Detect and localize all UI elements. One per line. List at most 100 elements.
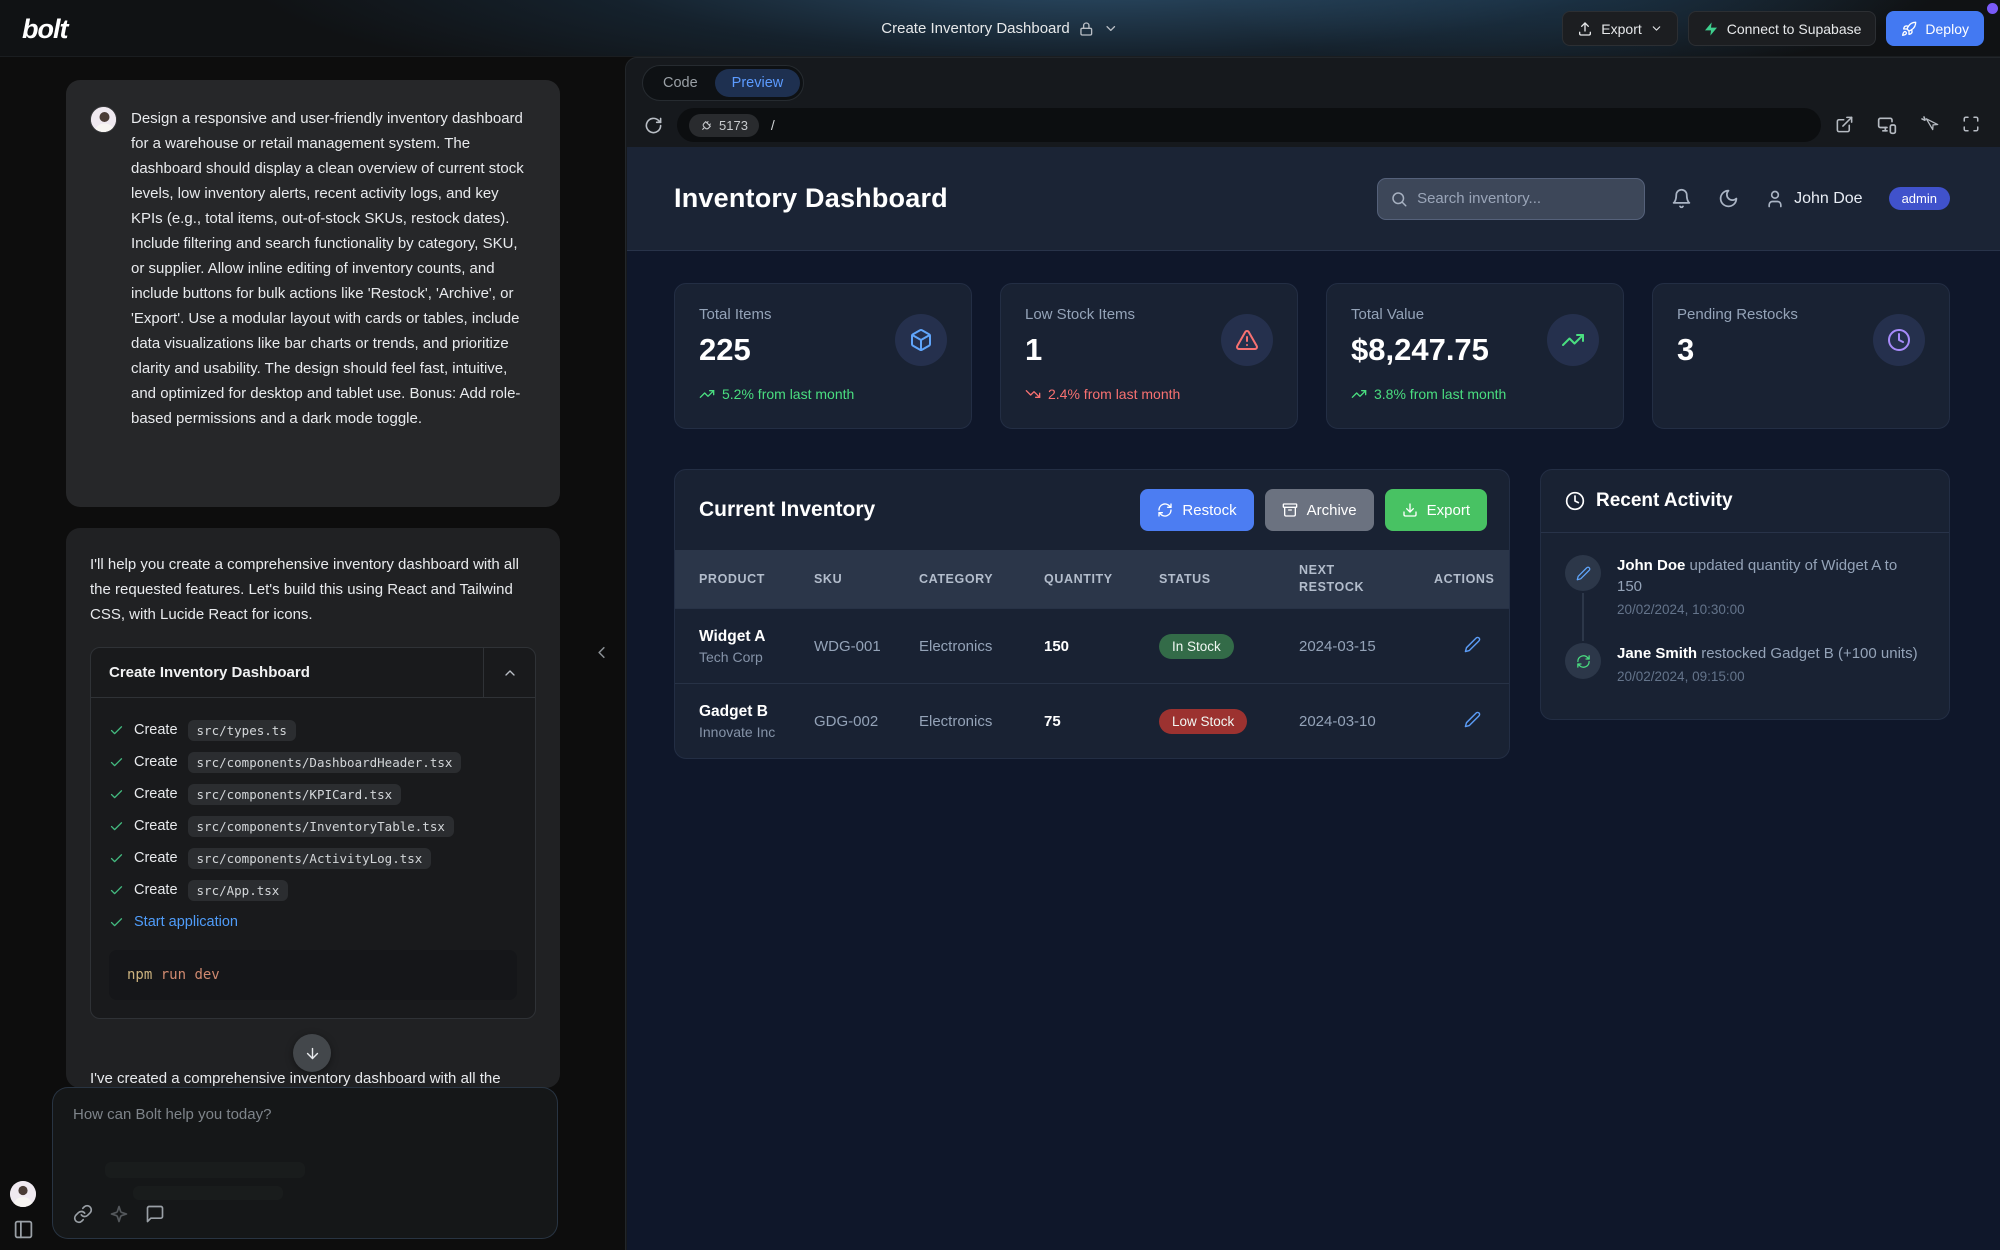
category-cell: Electronics	[919, 713, 1044, 730]
collapse-chat-chevron[interactable]	[592, 643, 611, 662]
status-badge: Low Stock	[1159, 709, 1247, 734]
connect-supabase-button[interactable]: Connect to Supabase	[1688, 11, 1877, 46]
table-header-row: PRODUCT SKU CATEGORY QUANTITY STATUS NEX…	[675, 550, 1509, 608]
inspector-pointer-icon[interactable]	[1920, 115, 1939, 135]
file-path[interactable]: src/components/ActivityLog.tsx	[188, 848, 432, 869]
export-button[interactable]: Export	[1562, 11, 1677, 46]
profile-avatar[interactable]	[10, 1181, 36, 1207]
reload-icon[interactable]	[644, 116, 663, 135]
dark-mode-toggle-icon[interactable]	[1718, 188, 1739, 209]
top-bar-actions: Export Connect to Supabase Deploy	[1562, 11, 1984, 46]
edit-row-button[interactable]	[1434, 711, 1489, 732]
port-badge[interactable]: 5173	[689, 114, 759, 137]
deploy-button[interactable]: Deploy	[1886, 11, 1984, 46]
file-action-row: Create src/components/InventoryTable.tsx	[109, 810, 517, 842]
file-path[interactable]: src/components/DashboardHeader.tsx	[188, 752, 462, 773]
column-header: NEXT RESTOCK	[1299, 562, 1389, 596]
export-csv-label: Export	[1427, 502, 1470, 519]
export-csv-button[interactable]: Export	[1385, 489, 1487, 531]
user-icon	[1765, 189, 1785, 209]
scroll-to-bottom-button[interactable]	[293, 1034, 331, 1072]
kpi-label: Total Items	[699, 306, 854, 323]
dashboard-header: Inventory Dashboard John Doe admin	[627, 147, 2000, 251]
url-path: /	[771, 117, 775, 133]
file-action-row: Create src/components/ActivityLog.tsx	[109, 842, 517, 874]
file-action-row: Create src/components/DashboardHeader.ts…	[109, 746, 517, 778]
action-verb: Create	[134, 882, 178, 898]
role-badge: admin	[1889, 187, 1950, 210]
sparkles-icon[interactable]	[109, 1204, 129, 1224]
edit-icon	[1565, 555, 1601, 591]
link-icon[interactable]	[73, 1204, 93, 1224]
action-verb: Create	[134, 754, 178, 770]
url-input[interactable]: 5173 /	[677, 108, 1821, 142]
file-path[interactable]: src/components/InventoryTable.tsx	[188, 816, 454, 837]
file-action-row: Create src/components/KPICard.tsx	[109, 778, 517, 810]
kpi-label: Total Value	[1351, 306, 1506, 323]
recent-activity-panel: Recent Activity John Doe updated quantit…	[1540, 469, 1950, 720]
deploy-label: Deploy	[1925, 21, 1969, 37]
trending-up-icon	[699, 386, 715, 402]
chat-input-toolbar	[73, 1204, 165, 1224]
responsive-devices-icon[interactable]	[1877, 115, 1897, 135]
chat-bubble-icon[interactable]	[145, 1204, 165, 1224]
workbench-panel: Code Preview 5173 / Inve	[625, 57, 2000, 1250]
kpi-label: Pending Restocks	[1677, 306, 1798, 323]
table-row: Widget ATech Corp WDG-001 Electronics 15…	[675, 608, 1509, 683]
file-action-row: Create src/App.tsx	[109, 874, 517, 906]
check-icon	[109, 787, 124, 802]
bell-icon[interactable]	[1671, 188, 1692, 209]
chat-input[interactable]	[73, 1106, 537, 1162]
lock-icon	[1079, 21, 1095, 37]
product-name: Gadget B	[699, 703, 806, 721]
column-header: SKU	[814, 571, 919, 588]
tab-code[interactable]: Code	[646, 69, 715, 97]
rocket-icon	[1901, 21, 1917, 37]
file-path[interactable]: src/components/KPICard.tsx	[188, 784, 402, 805]
file-path[interactable]: src/types.ts	[188, 720, 296, 741]
export-label: Export	[1601, 21, 1641, 37]
tab-preview[interactable]: Preview	[715, 69, 801, 97]
quantity-cell[interactable]: 75	[1044, 713, 1159, 730]
edit-row-button[interactable]	[1434, 636, 1489, 657]
status-badge: In Stock	[1159, 634, 1234, 659]
file-path[interactable]: src/App.tsx	[188, 880, 289, 901]
clock-icon	[1565, 491, 1585, 511]
kpi-trend-text: 3.8% from last month	[1374, 386, 1506, 402]
preview-frame: Inventory Dashboard John Doe admin	[627, 147, 2000, 1250]
dashboard-title: Inventory Dashboard	[674, 183, 948, 214]
kpi-pending-restocks: Pending Restocks 3	[1652, 283, 1950, 429]
trending-down-icon	[1025, 386, 1041, 402]
kpi-total-value: Total Value $8,247.75 3.8% from last mon…	[1326, 283, 1624, 429]
current-user[interactable]: John Doe	[1765, 189, 1863, 209]
search-input[interactable]	[1417, 190, 1632, 207]
action-verb: Create	[134, 722, 178, 738]
activity-title: Recent Activity	[1596, 490, 1733, 512]
sku-cell: GDG-002	[814, 713, 919, 730]
chevron-down-icon[interactable]	[1104, 21, 1119, 36]
chat-panel: Design a responsive and user-friendly in…	[0, 57, 625, 1250]
action-verb: Create	[134, 786, 178, 802]
kpi-cards: Total Items 225 5.2% from last month Low…	[627, 251, 2000, 429]
package-icon	[895, 314, 947, 366]
action-verb: Create	[134, 818, 178, 834]
start-application-link[interactable]: Start application	[134, 914, 238, 930]
activity-timestamp: 20/02/2024, 09:15:00	[1617, 669, 1925, 684]
blurred-suggestion	[133, 1186, 283, 1200]
table-row: Gadget BInnovate Inc GDG-002 Electronics…	[675, 683, 1509, 758]
app: bolt Create Inventory Dashboard Export C…	[0, 0, 2000, 1250]
toggle-sidebar-icon[interactable]	[13, 1219, 34, 1240]
fullscreen-icon[interactable]	[1962, 115, 1980, 135]
project-title-menu[interactable]: Create Inventory Dashboard	[881, 0, 1118, 57]
quantity-cell[interactable]: 150	[1044, 638, 1159, 655]
inventory-search	[1377, 178, 1645, 220]
check-icon	[109, 915, 124, 930]
restock-button[interactable]: Restock	[1140, 489, 1253, 531]
check-icon	[109, 755, 124, 770]
supabase-bolt-icon	[1703, 21, 1719, 37]
collapse-artifact-button[interactable]	[483, 648, 535, 698]
column-header: PRODUCT	[699, 571, 814, 588]
user-prompt-text: Design a responsive and user-friendly in…	[131, 106, 534, 481]
archive-button[interactable]: Archive	[1265, 489, 1374, 531]
open-external-icon[interactable]	[1835, 115, 1854, 135]
